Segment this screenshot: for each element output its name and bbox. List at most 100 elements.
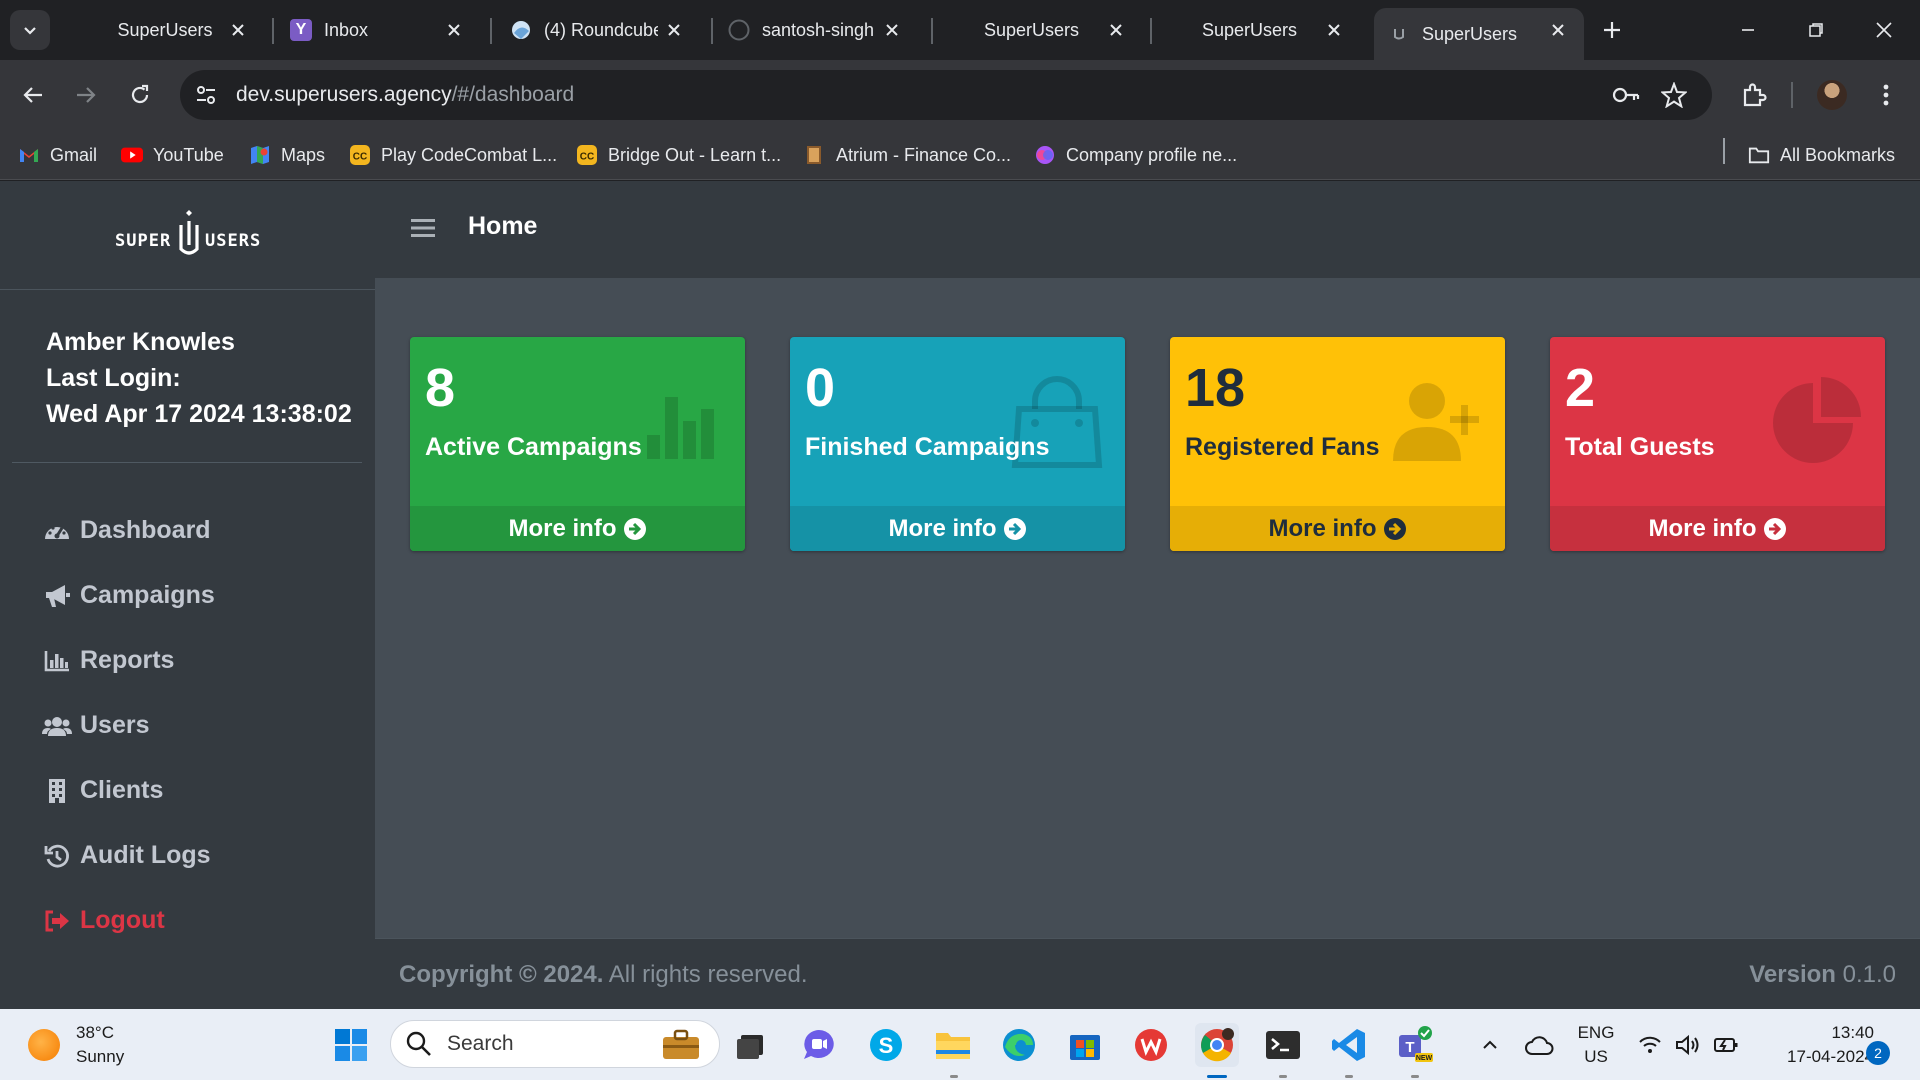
sidebar-item-audit-logs[interactable]: Audit Logs [0, 823, 375, 888]
more-info-link[interactable]: More info [1170, 506, 1505, 551]
close-icon[interactable] [226, 18, 250, 42]
taskbar-app-vscode[interactable] [1327, 1023, 1371, 1067]
extensions-button[interactable] [1736, 77, 1772, 113]
bookmark-maps[interactable]: Maps [249, 140, 325, 170]
taskbar-search[interactable]: Search [390, 1020, 720, 1068]
svg-text:USERS: USERS [205, 231, 261, 251]
sidebar-item-logout[interactable]: Logout [0, 888, 375, 953]
sidebar-item-label: Reports [80, 646, 175, 674]
restore-button[interactable] [1800, 14, 1832, 46]
sidebar-item-reports[interactable]: Reports [0, 628, 375, 693]
close-icon[interactable] [662, 18, 686, 42]
sidebar-item-users[interactable]: Users [0, 693, 375, 758]
bookmark-label: All Bookmarks [1780, 144, 1896, 165]
close-icon[interactable] [1104, 18, 1128, 42]
yahoo-favicon-icon: Y [290, 19, 312, 41]
chat-icon [804, 1030, 834, 1059]
toolbar-separator [1791, 82, 1793, 108]
browser-tab[interactable]: santosh-singh [728, 8, 918, 52]
browser-tab[interactable]: SuperUsers [1168, 8, 1360, 52]
blank-favicon-icon [1168, 19, 1190, 41]
minimize-button[interactable] [1732, 14, 1764, 46]
sidebar-item-campaigns[interactable]: Campaigns [0, 563, 375, 628]
more-info-label: More info [888, 514, 997, 542]
svg-text:CC: CC [580, 152, 594, 163]
browser-tab-active[interactable]: SuperUsers [1374, 8, 1584, 60]
url-host: dev.superusers.agency [236, 83, 452, 106]
folder-icon [936, 1033, 970, 1059]
battery-button[interactable] [1704, 1023, 1748, 1067]
taskbar-app-chrome[interactable] [1195, 1023, 1239, 1067]
more-info-link[interactable]: More info [410, 506, 745, 551]
browser-tab[interactable]: SuperUsers [84, 8, 264, 52]
sidebar-item-dashboard[interactable]: Dashboard [0, 498, 375, 563]
close-window-button[interactable] [1868, 14, 1900, 46]
site-info-icon[interactable] [194, 83, 218, 107]
taskbar-app-skype[interactable]: S [864, 1023, 908, 1067]
bookmark-atrium[interactable]: Atrium - Finance Co... [804, 140, 1011, 170]
taskbar-app-file-explorer[interactable] [931, 1023, 975, 1067]
browser-menu-button[interactable] [1868, 77, 1904, 113]
taskbar-app-chat[interactable] [797, 1023, 841, 1067]
version-label: Version [1749, 961, 1836, 988]
start-button[interactable] [329, 1023, 373, 1067]
browser-tab[interactable]: (4) Roundcube [510, 8, 700, 52]
tab-separator [711, 18, 713, 44]
new-tab-button[interactable] [1598, 16, 1626, 44]
clock[interactable]: 13:40 17-04-2024 [1758, 1021, 1874, 1069]
more-info-link[interactable]: More info [790, 506, 1125, 551]
url-text[interactable]: dev.superusers.agency/#/dashboard [236, 83, 574, 107]
back-button[interactable] [15, 77, 51, 113]
folder-icon [1748, 144, 1770, 166]
stat-value: 8 [425, 358, 456, 418]
bookmark-gmail[interactable]: Gmail [18, 140, 97, 170]
close-icon[interactable] [1546, 18, 1570, 42]
close-icon[interactable] [1322, 18, 1346, 42]
key-icon[interactable] [1612, 83, 1640, 107]
youtube-icon [121, 144, 143, 166]
taskbar-app-edge[interactable] [997, 1023, 1041, 1067]
taskbar-running-indicator [1411, 1075, 1419, 1078]
user-panel: Amber Knowles Last Login: Wed Apr 17 202… [46, 324, 356, 432]
taskbar-app-wps[interactable] [1129, 1023, 1173, 1067]
github-favicon-icon [728, 19, 750, 41]
chevron-up-icon [1483, 1040, 1497, 1049]
last-login-value: Wed Apr 17 2024 13:38:02 [46, 400, 352, 428]
taskbar-app-store[interactable] [1063, 1023, 1107, 1067]
close-icon[interactable] [442, 18, 466, 42]
hamburger-menu-icon[interactable] [410, 215, 436, 241]
brand-logo[interactable]: SUPER USERS [0, 181, 375, 290]
language-indicator[interactable]: ENG US [1578, 1009, 1615, 1080]
pie-chart-icon [1773, 377, 1861, 463]
taskbar-app-teams[interactable]: T NEW [1393, 1023, 1437, 1067]
show-hidden-icons-button[interactable] [1468, 1023, 1512, 1067]
sidebar: SUPER USERS Amber Knowles Last Login: We… [0, 181, 375, 1009]
page-title[interactable]: Home [468, 212, 537, 241]
bookmark-bridge-out[interactable]: CC Bridge Out - Learn t... [576, 140, 781, 170]
forward-button[interactable] [68, 77, 104, 113]
address-bar[interactable]: dev.superusers.agency/#/dashboard [180, 70, 1712, 120]
weather-widget[interactable]: 38°C Sunny [28, 1021, 124, 1069]
close-icon[interactable] [880, 18, 904, 42]
taskbar-task-view[interactable] [729, 1023, 773, 1067]
taskbar-app-terminal[interactable] [1261, 1023, 1305, 1067]
star-icon[interactable] [1661, 82, 1687, 108]
bookmark-company-profile[interactable]: Company profile ne... [1034, 140, 1237, 170]
sidebar-item-clients[interactable]: Clients [0, 758, 375, 823]
all-bookmarks-button[interactable]: All Bookmarks [1748, 140, 1895, 170]
cloud-icon [1525, 1036, 1554, 1055]
arrow-circle-right-icon [1763, 517, 1787, 541]
reload-button[interactable] [122, 77, 158, 113]
copyright-rights: All rights reserved. [608, 961, 808, 988]
more-info-link[interactable]: More info [1550, 506, 1885, 551]
browser-tab[interactable]: Y Inbox [290, 8, 480, 52]
bookmark-codecombat[interactable]: CC Play CodeCombat L... [349, 140, 557, 170]
tab-search-button[interactable] [10, 10, 50, 50]
notification-badge[interactable]: 2 [1866, 1041, 1890, 1065]
bookmark-youtube[interactable]: YouTube [121, 140, 224, 170]
profile-button[interactable] [1814, 77, 1850, 113]
url-path: /#/dashboard [451, 83, 575, 106]
browser-tab[interactable]: SuperUsers [950, 8, 1142, 52]
roundcube-favicon-icon [510, 19, 532, 41]
onedrive-button[interactable] [1517, 1023, 1561, 1067]
